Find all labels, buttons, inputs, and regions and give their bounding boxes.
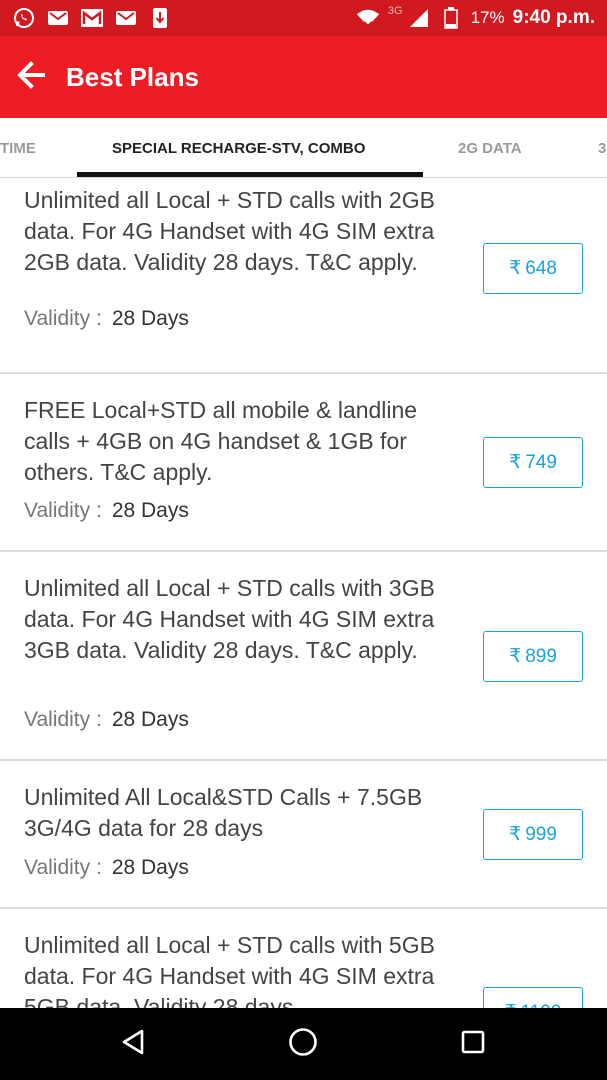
validity-label: Validity : — [24, 708, 102, 731]
plan-item[interactable]: FREE Local+STD all mobile & landline cal… — [0, 374, 607, 552]
rupee-symbol: ₹ — [509, 258, 522, 279]
network-type: 3G — [387, 5, 403, 17]
plan-description: FREE Local+STD all mobile & landline cal… — [24, 397, 418, 485]
download-icon — [148, 7, 172, 29]
price-value: 648 — [525, 257, 557, 279]
validity-label: Validity : — [24, 307, 102, 330]
plan-item[interactable]: Unlimited all Local + STD calls with 2GB… — [0, 179, 607, 374]
rupee-symbol: ₹ — [509, 824, 522, 845]
battery-percent: 17% — [470, 8, 505, 27]
price-button[interactable]: ₹749 — [483, 437, 583, 488]
plan-item[interactable]: Unlimited All Local&STD Calls + 7.5GB 3G… — [0, 761, 607, 909]
validity-value: 28 Days — [111, 856, 189, 879]
back-triangle-icon — [120, 1028, 146, 1061]
signal-icon — [407, 7, 431, 29]
wifi-icon — [356, 7, 380, 29]
status-bar: 3G 17% 9:40 p.m. — [0, 0, 607, 36]
notification-icons — [0, 7, 172, 29]
tab-bar: TIME SPECIAL RECHARGE-STV, COMBO 2G DATA… — [0, 118, 607, 178]
price-button[interactable]: ₹899 — [483, 631, 583, 682]
plan-description: Unlimited All Local&STD Calls + 7.5GB 3G… — [24, 784, 423, 841]
gmail-icon — [80, 7, 104, 29]
clock: 9:40 p.m. — [512, 7, 595, 28]
home-circle-icon — [288, 1027, 318, 1062]
validity-label: Validity : — [24, 856, 102, 879]
validity-row: Validity : 28 Days — [24, 708, 189, 732]
validity-row: Validity : 28 Days — [24, 307, 189, 331]
plan-description: Unlimited all Local + STD calls with 2GB… — [24, 187, 435, 275]
validity-row: Validity : 28 Days — [24, 499, 189, 523]
rupee-symbol: ₹ — [509, 646, 522, 667]
system-status: 3G 17% 9:40 p.m. — [356, 0, 595, 36]
validity-value: 28 Days — [111, 499, 189, 522]
plan-list[interactable]: Unlimited all Local + STD calls with 2GB… — [0, 179, 607, 1008]
price-button[interactable]: ₹648 — [483, 243, 583, 294]
plan-item[interactable]: Unlimited all Local + STD calls with 3GB… — [0, 552, 607, 761]
tab-time[interactable]: TIME — [0, 118, 36, 177]
back-button[interactable] — [0, 36, 62, 118]
validity-value: 28 Days — [111, 708, 189, 731]
recents-square-icon — [460, 1029, 486, 1060]
plan-description: Unlimited all Local + STD calls with 3GB… — [24, 575, 435, 663]
tab-next[interactable]: 3 — [598, 118, 606, 177]
tab-indicator — [77, 172, 423, 177]
price-value: 999 — [525, 823, 557, 845]
gmail-icon — [46, 7, 70, 29]
price-value: 899 — [525, 645, 557, 667]
system-nav-bar — [0, 1008, 607, 1080]
arrow-left-icon — [16, 60, 46, 95]
plan-description: Unlimited all Local + STD calls with 5GB… — [24, 932, 435, 1008]
validity-value: 28 Days — [111, 307, 189, 330]
tab-special-recharge[interactable]: SPECIAL RECHARGE-STV, COMBO — [112, 118, 365, 177]
nav-recents-button[interactable] — [453, 1024, 493, 1064]
gmail-icon — [114, 7, 138, 29]
price-button[interactable]: ₹999 — [483, 809, 583, 860]
tab-2g-data[interactable]: 2G DATA — [458, 118, 522, 177]
battery-icon — [439, 7, 463, 29]
validity-row: Validity : 28 Days — [24, 856, 189, 880]
nav-home-button[interactable] — [283, 1024, 323, 1064]
page-title: Best Plans — [66, 61, 199, 92]
nav-back-button[interactable] — [113, 1024, 153, 1064]
plan-item[interactable]: Unlimited all Local + STD calls with 5GB… — [0, 909, 607, 1008]
validity-label: Validity : — [24, 499, 102, 522]
price-button[interactable]: ₹1199 — [483, 987, 583, 1008]
app-bar: Best Plans — [0, 36, 607, 118]
whatsapp-icon — [12, 7, 36, 29]
rupee-symbol: ₹ — [505, 1001, 517, 1008]
price-value: 749 — [525, 451, 557, 473]
rupee-symbol: ₹ — [509, 452, 522, 473]
